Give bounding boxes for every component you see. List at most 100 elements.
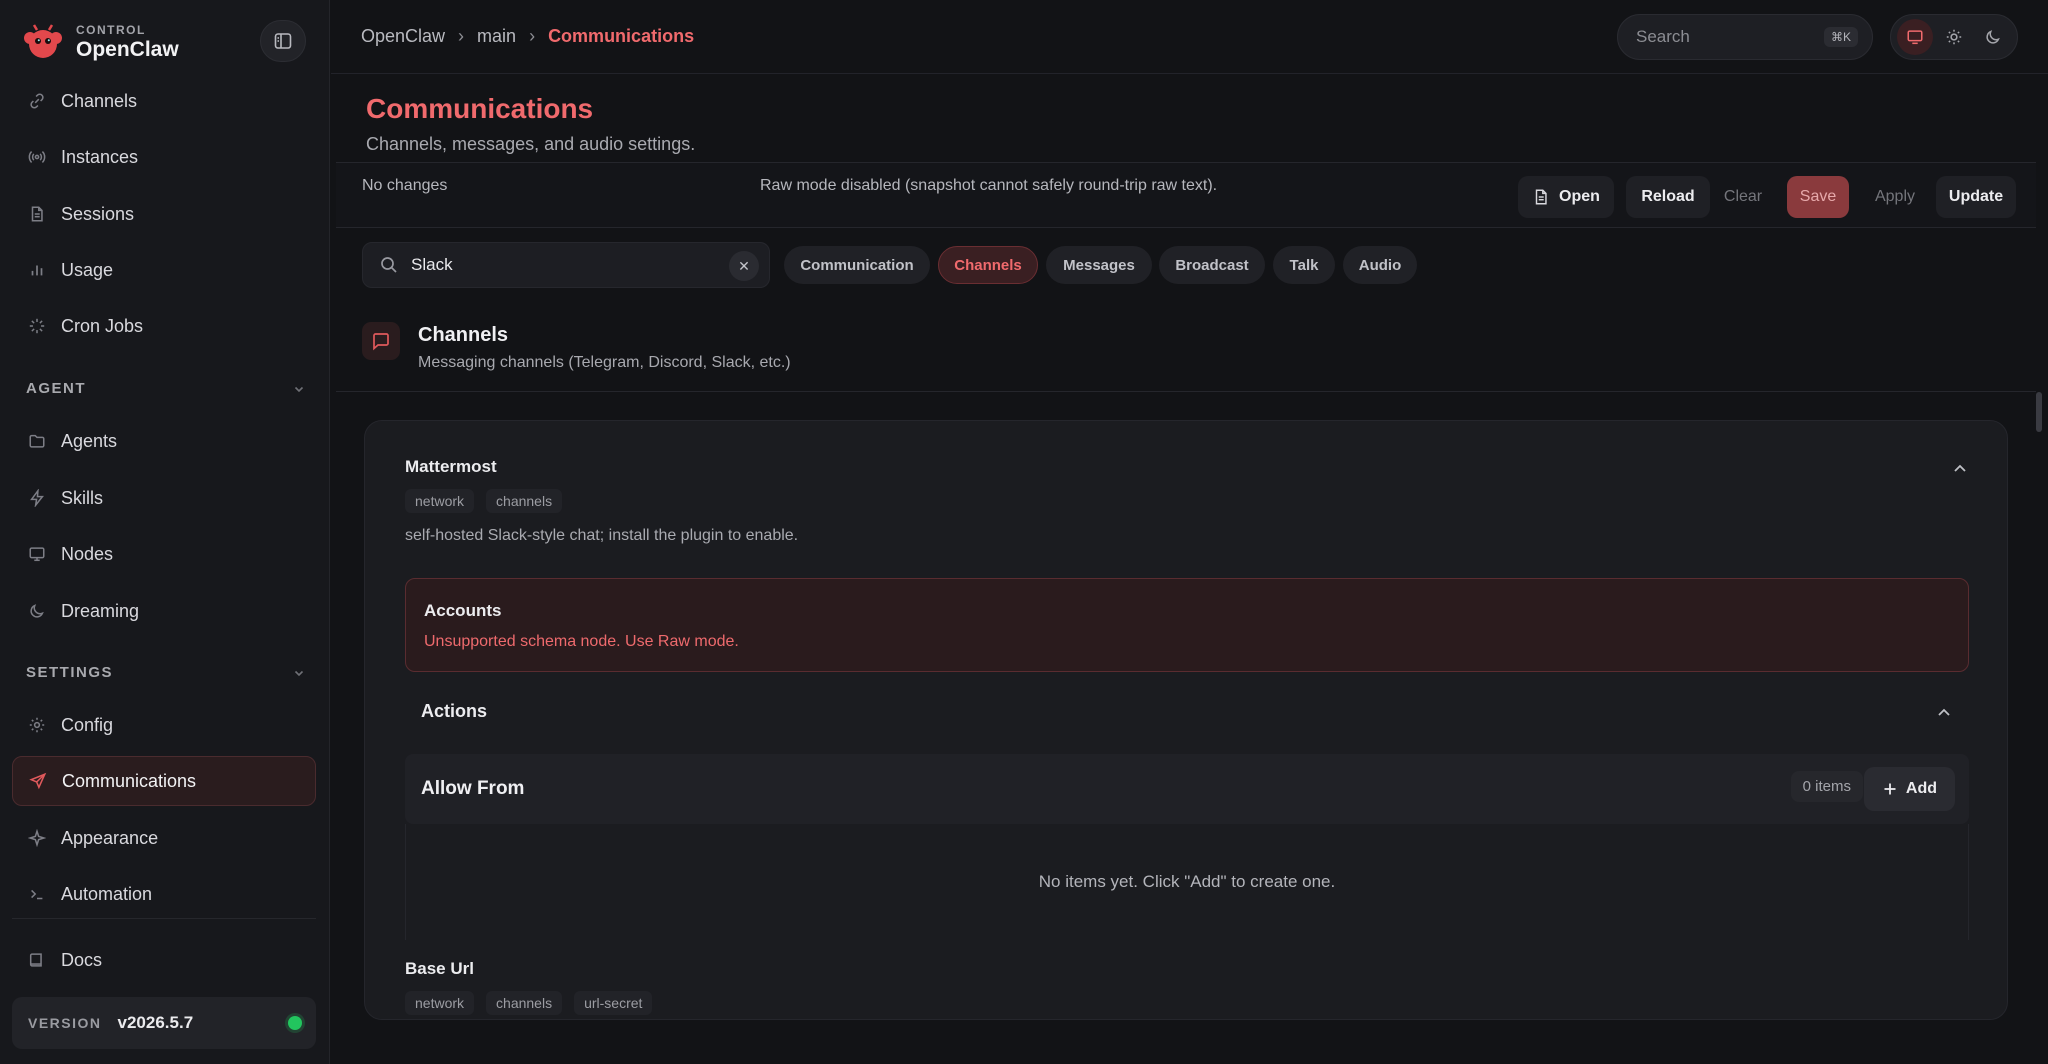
theme-dark-button[interactable]	[1975, 19, 2011, 55]
section-header-settings[interactable]: SETTINGS	[26, 664, 306, 681]
sidebar-item-skills[interactable]: Skills	[12, 473, 316, 523]
apply-button[interactable]: Apply	[1860, 176, 1930, 218]
sidebar-item-communications[interactable]: Communications	[12, 756, 316, 806]
section-header: Channels Messaging channels (Telegram, D…	[336, 302, 2036, 392]
base-url-tags: network channels url-secret	[405, 991, 664, 1015]
add-label: Add	[1905, 780, 1937, 797]
add-item-button[interactable]: Add	[1863, 767, 1955, 811]
chevron-down-icon	[294, 670, 304, 676]
sidebar-item-cron-jobs[interactable]: Cron Jobs	[12, 301, 316, 351]
sidebar-item-label: Communications	[62, 770, 197, 791]
moon-icon	[26, 600, 48, 622]
search-input[interactable]: Search ⌘K	[1617, 14, 1873, 60]
open-label: Open	[1559, 188, 1600, 205]
zap-icon	[26, 487, 48, 509]
open-button[interactable]: Open	[1518, 176, 1614, 218]
scrollbar-thumb[interactable]	[2036, 392, 2042, 432]
sidebar-item-appearance[interactable]: Appearance	[12, 813, 316, 863]
sidebar-collapse-button[interactable]	[260, 20, 306, 62]
sidebar: CONTROL OpenClaw Channels Instances Sess…	[0, 0, 330, 1064]
shortcut-badge: ⌘K	[1823, 27, 1858, 47]
section-label: SETTINGS	[26, 664, 114, 681]
bar-chart-icon	[26, 259, 48, 281]
card-title: Mattermost	[405, 457, 497, 476]
chip-channels[interactable]: Channels	[938, 246, 1038, 284]
sidebar-item-usage[interactable]: Usage	[12, 245, 316, 295]
sidebar-item-label: Cron Jobs	[61, 315, 144, 336]
change-status: No changes	[362, 177, 448, 194]
close-icon: ✕	[738, 257, 750, 274]
folder-icon	[26, 430, 48, 452]
chevron-down-icon	[294, 386, 304, 392]
tag: network	[405, 991, 475, 1015]
card-tags: network channels	[405, 489, 574, 513]
allow-from-title: Allow From	[421, 778, 525, 799]
brand-name: OpenClaw	[76, 37, 179, 61]
search-placeholder: Search	[1636, 27, 1690, 46]
sidebar-item-instances[interactable]: Instances	[12, 132, 316, 182]
sidebar-item-sessions[interactable]: Sessions	[12, 189, 316, 239]
moon-icon	[1986, 30, 2001, 44]
sidebar-item-label: Automation	[61, 883, 153, 904]
sidebar-item-label: Appearance	[61, 827, 159, 848]
theme-system-button[interactable]	[1896, 19, 1933, 55]
breadcrumb-separator: ›	[529, 26, 536, 46]
base-url-title: Base Url	[405, 959, 474, 978]
sidebar-item-nodes[interactable]: Nodes	[12, 529, 316, 579]
breadcrumb-current: Communications	[548, 26, 695, 46]
accounts-error: Unsupported schema node. Use Raw mode.	[424, 633, 739, 650]
page-title: Communications	[366, 93, 594, 124]
sidebar-item-label: Sessions	[61, 203, 135, 224]
save-button[interactable]: Save	[1787, 176, 1849, 218]
chip-communication[interactable]: Communication	[784, 246, 930, 284]
loader-icon	[26, 315, 48, 337]
breadcrumb: OpenClaw › main › Communications	[361, 26, 694, 47]
version-badge: VERSION v2026.5.7	[12, 997, 316, 1049]
tag: network	[405, 489, 475, 513]
accounts-title: Accounts	[424, 601, 502, 620]
chip-talk[interactable]: Talk	[1273, 246, 1335, 284]
sidebar-item-label: Agents	[61, 430, 118, 451]
tag: channels	[486, 991, 563, 1015]
chip-broadcast[interactable]: Broadcast	[1159, 246, 1265, 284]
section-title: Channels	[418, 324, 509, 346]
accounts-field: Accounts Unsupported schema node. Use Ra…	[405, 578, 1969, 672]
item-count-badge: 0 items	[1790, 771, 1863, 802]
theme-light-button[interactable]	[1936, 19, 1972, 55]
version-value: v2026.5.7	[117, 1013, 194, 1032]
chevron-up-icon[interactable]	[1949, 457, 1971, 479]
chevron-up-icon[interactable]	[1933, 701, 1955, 723]
tag: url-secret	[574, 991, 653, 1015]
sidebar-item-dreaming[interactable]: Dreaming	[12, 586, 316, 636]
update-button[interactable]: Update	[1936, 176, 2016, 218]
actions-title[interactable]: Actions	[421, 701, 487, 722]
message-square-icon	[362, 322, 400, 360]
clear-button[interactable]: Clear	[1710, 176, 1776, 218]
sidebar-item-config[interactable]: Config	[12, 700, 316, 750]
book-icon	[26, 949, 48, 971]
sidebar-item-channels[interactable]: Channels	[12, 76, 316, 126]
chip-messages[interactable]: Messages	[1046, 246, 1152, 284]
settings-search-input[interactable]: Slack ✕	[362, 242, 770, 288]
clear-search-button[interactable]: ✕	[729, 251, 759, 281]
breadcrumb-item[interactable]: main	[477, 26, 516, 47]
gear-icon	[26, 714, 48, 736]
reload-button[interactable]: Reload	[1626, 176, 1710, 218]
sidebar-item-automation[interactable]: Automation	[12, 869, 316, 919]
section-header-agent[interactable]: AGENT	[26, 380, 306, 397]
brand[interactable]: CONTROL OpenClaw	[22, 20, 179, 64]
page-subtitle: Channels, messages, and audio settings.	[366, 134, 696, 154]
sidebar-item-label: Nodes	[61, 543, 114, 564]
sidebar-item-agents[interactable]: Agents	[12, 416, 316, 466]
chip-audio[interactable]: Audio	[1343, 246, 1417, 284]
sidebar-item-label: Channels	[61, 90, 138, 111]
sidebar-item-label: Skills	[61, 487, 104, 508]
sparkle-icon	[26, 827, 48, 849]
sidebar-item-docs[interactable]: Docs	[12, 935, 316, 985]
allow-from-field: Allow From 0 items Add	[405, 754, 1969, 824]
card-description: self-hosted Slack-style chat; install th…	[405, 527, 799, 544]
sidebar-item-label: Config	[61, 714, 114, 735]
file-icon	[1535, 189, 1547, 205]
claw-logo-icon	[24, 24, 62, 58]
breadcrumb-item[interactable]: OpenClaw	[361, 26, 445, 47]
